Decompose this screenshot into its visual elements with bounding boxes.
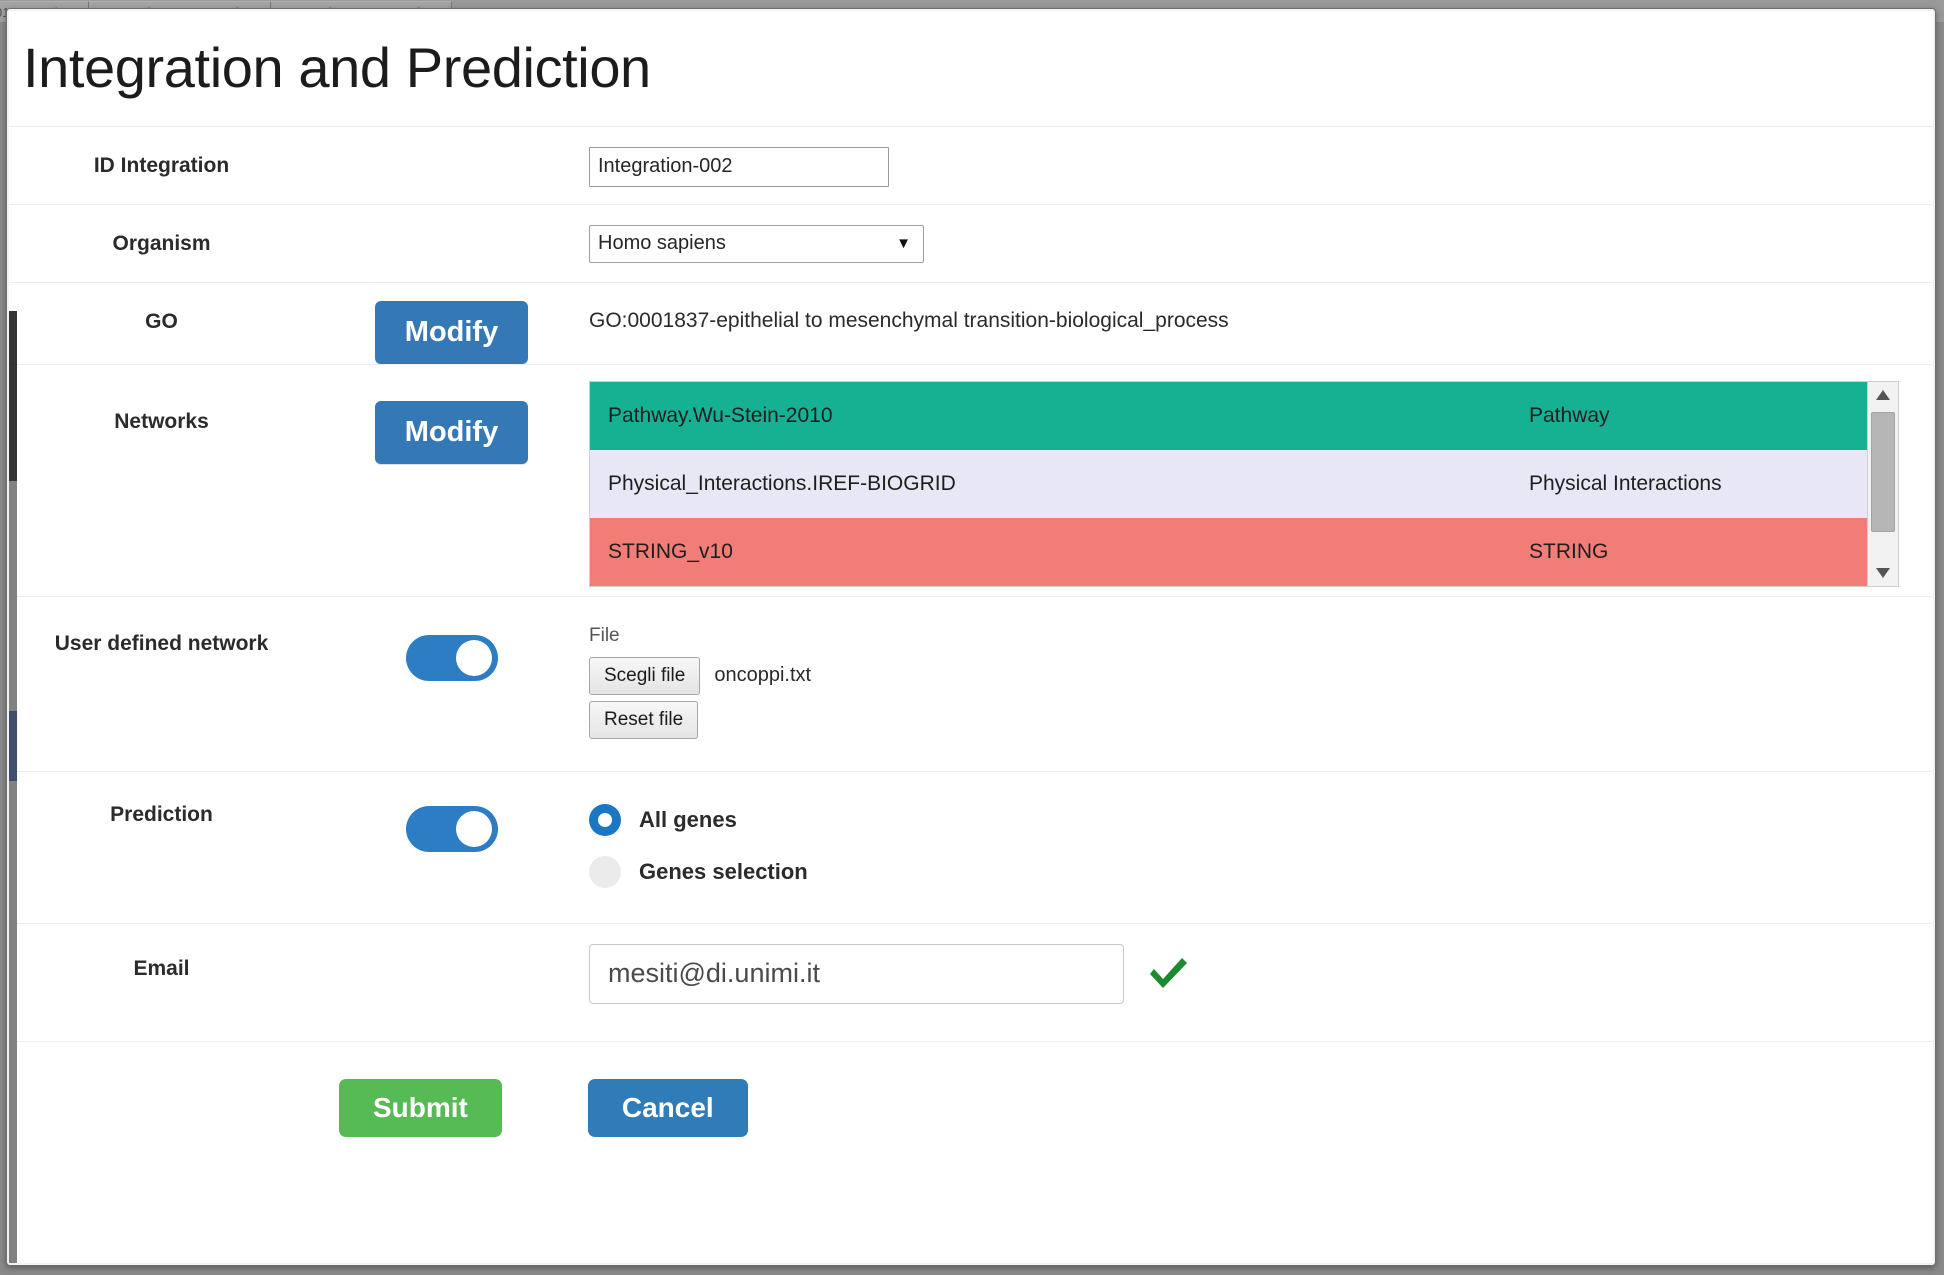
file-field-label: File <box>589 624 620 646</box>
table-row[interactable]: Physical_Interactions.IREF-BIOGRID Physi… <box>590 449 1867 518</box>
network-type: Pathway <box>1529 403 1610 427</box>
value-slot-user-defined-network: File Scegli file oncoppi.txt Reset file <box>589 597 1933 739</box>
value-slot-networks: Pathway.Wu-Stein-2010 Pathway Physical_I… <box>589 365 1933 587</box>
network-name: Physical_Interactions.IREF-BIOGRID <box>608 471 956 495</box>
application-window: Integration and Prediction ID Integratio… <box>6 8 1936 1266</box>
user-defined-network-toggle[interactable] <box>405 634 498 681</box>
control-slot-user-defined-network <box>314 597 589 681</box>
network-name: STRING_v10 <box>608 539 733 563</box>
network-name: Pathway.Wu-Stein-2010 <box>608 403 833 427</box>
label-user-defined-network: User defined network <box>54 631 269 655</box>
email-input[interactable] <box>589 943 1124 1004</box>
networks-modify-button[interactable]: Modify <box>374 400 529 464</box>
scrollbar-track[interactable] <box>1868 408 1898 560</box>
radio-label-genes-selection: Genes selection <box>639 858 808 884</box>
page-title: Integration and Prediction <box>23 36 651 99</box>
value-slot-go: GO:0001837-epithelial to mesenchymal tra… <box>589 283 1933 333</box>
networks-scrollbar[interactable] <box>1867 381 1898 586</box>
value-slot-email <box>589 924 1933 1004</box>
integration-form: ID Integration Organism Homo sapiens ▼ <box>9 125 1933 1151</box>
network-type: STRING <box>1529 539 1609 563</box>
radio-option-genes-selection[interactable]: Genes selection <box>589 855 1933 888</box>
control-slot-go: Modify <box>314 283 589 364</box>
file-chooser-line: Scegli file oncoppi.txt <box>589 656 1933 695</box>
toggle-knob <box>455 639 492 676</box>
label-networks: Networks <box>114 409 209 433</box>
control-slot-organism <box>314 205 589 223</box>
control-slot-email <box>314 924 589 942</box>
chosen-file-name: oncoppi.txt <box>714 664 812 687</box>
networks-list-container: Pathway.Wu-Stein-2010 Pathway Physical_I… <box>589 380 1899 587</box>
row-go: GO Modify GO:0001837-epithelial to mesen… <box>9 281 1933 364</box>
value-slot-id-integration <box>589 127 1933 187</box>
table-row[interactable]: Pathway.Wu-Stein-2010 Pathway <box>590 381 1867 450</box>
id-integration-input[interactable] <box>589 146 889 187</box>
scroll-up-arrow-icon[interactable] <box>1868 382 1898 408</box>
go-modify-button[interactable]: Modify <box>374 300 529 364</box>
form-actions: Submit Cancel <box>9 1040 1933 1151</box>
value-slot-prediction: All genes Genes selection <box>589 772 1933 908</box>
organism-selected-value: Homo sapiens <box>598 232 726 255</box>
scrollbar-thumb[interactable] <box>1871 411 1895 532</box>
row-prediction: Prediction All genes Genes selection <box>9 770 1933 923</box>
reset-file-line: Reset file <box>589 700 1933 739</box>
email-field-line <box>589 943 1933 1004</box>
row-organism: Organism Homo sapiens ▼ <box>9 203 1933 282</box>
label-id-integration: ID Integration <box>93 153 230 177</box>
chevron-down-icon: ▼ <box>896 235 911 253</box>
label-prediction: Prediction <box>110 802 213 826</box>
radio-option-all-genes[interactable]: All genes <box>589 803 1933 836</box>
window-left-edge-decoration <box>9 311 17 1263</box>
page-content: Integration and Prediction ID Integratio… <box>9 11 1933 1263</box>
radio-selected-icon <box>589 803 621 836</box>
go-term-text: GO:0001837-epithelial to mesenchymal tra… <box>589 308 1229 332</box>
label-email: Email <box>133 956 190 980</box>
networks-list: Pathway.Wu-Stein-2010 Pathway Physical_I… <box>590 381 1867 586</box>
scroll-down-arrow-icon[interactable] <box>1868 560 1898 586</box>
table-row[interactable]: STRING_v10 STRING <box>590 517 1867 586</box>
check-mark-icon <box>1146 954 1190 994</box>
control-slot-id-integration <box>314 127 589 145</box>
prediction-toggle[interactable] <box>405 805 498 852</box>
row-email: Email <box>9 922 1933 1041</box>
cancel-button[interactable]: Cancel <box>587 1079 748 1138</box>
radio-unselected-icon <box>589 855 621 888</box>
network-type: Physical Interactions <box>1529 471 1722 495</box>
submit-button[interactable]: Submit <box>339 1079 502 1138</box>
radio-label-all-genes: All genes <box>639 806 737 832</box>
control-slot-networks: Modify <box>314 365 589 464</box>
toggle-knob <box>455 810 492 847</box>
label-organism: Organism <box>112 231 211 255</box>
control-slot-prediction <box>314 772 589 852</box>
row-user-defined-network: User defined network File Scegli file on… <box>9 595 1933 771</box>
row-id-integration: ID Integration <box>9 125 1933 204</box>
organism-select[interactable]: Homo sapiens ▼ <box>589 224 924 263</box>
choose-file-button[interactable]: Scegli file <box>589 656 701 695</box>
row-networks: Networks Modify Pathway.Wu-Stein-2010 Pa… <box>9 363 1933 596</box>
reset-file-button[interactable]: Reset file <box>589 700 699 739</box>
value-slot-organism: Homo sapiens ▼ <box>589 205 1933 263</box>
label-go: GO <box>145 309 178 333</box>
